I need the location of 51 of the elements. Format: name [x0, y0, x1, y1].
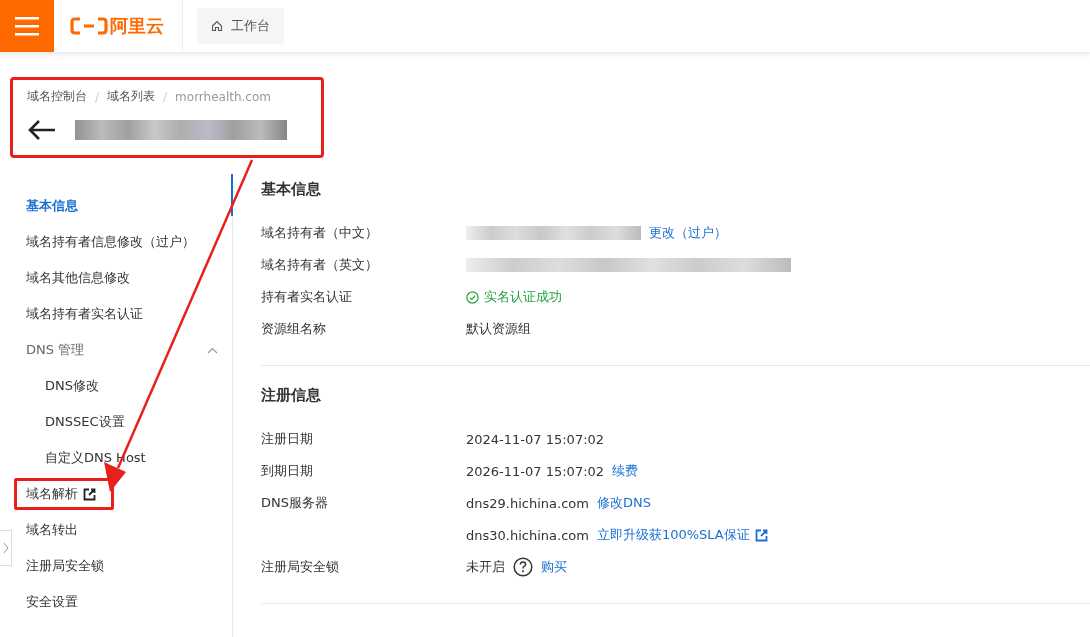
sidebar-item[interactable]: DNS 管理	[26, 340, 85, 360]
field-label: 持有者实名认证	[261, 288, 353, 306]
field-label: DNS服务器	[261, 494, 329, 512]
action-link[interactable]: 续费	[612, 462, 639, 480]
field-value: dns30.hichina.com	[466, 527, 589, 543]
field-value: 2024-11-07 15:07:02	[466, 431, 605, 447]
field-label: 域名持有者（英文）	[261, 256, 379, 274]
upgrade-link[interactable]: 立即升级获100%SLA保证	[596, 526, 768, 544]
external-link-icon	[754, 528, 768, 542]
menu-icon	[15, 16, 39, 36]
sidebar-item[interactable]: 域名持有者实名认证	[26, 304, 143, 324]
action-link[interactable]: 更改（过户）	[649, 224, 727, 242]
field-value: dns29.hichina.com	[466, 495, 589, 511]
status-text: 实名认证成功	[484, 288, 562, 306]
field-label: 注册日期	[261, 430, 314, 448]
field-label: 到期日期	[261, 462, 314, 480]
breadcrumb-link[interactable]: 域名列表	[107, 88, 156, 105]
home-icon	[211, 20, 223, 32]
field-value: 2026-11-07 15:07:02	[466, 463, 605, 479]
sidebar-item[interactable]: 域名转出	[26, 520, 78, 540]
field-label: 资源组名称	[261, 320, 327, 338]
sidebar-subitem[interactable]: DNS修改	[45, 376, 99, 396]
breadcrumb-link[interactable]: 域名控制台	[27, 88, 87, 105]
back-arrow-icon[interactable]	[27, 119, 57, 141]
breadcrumb-separator: /	[95, 89, 100, 104]
section-title: 注册信息	[261, 386, 322, 405]
field-value: 未开启	[466, 558, 505, 576]
logo-icon	[70, 16, 108, 36]
field-label: 注册局安全锁	[261, 558, 340, 576]
action-link[interactable]: 修改DNS	[596, 494, 651, 512]
sidebar-subitem[interactable]: DNSSEC设置	[45, 412, 125, 432]
action-link[interactable]: 购买	[541, 558, 567, 576]
sidebar-item[interactable]: 基本信息	[26, 196, 78, 216]
sidebar-item[interactable]: 安全设置	[26, 592, 78, 612]
selection-indicator	[231, 174, 233, 216]
chevron-right-icon	[2, 542, 9, 554]
help-icon[interactable]	[513, 557, 533, 577]
field-value: 默认资源组	[466, 320, 531, 338]
sidebar-item[interactable]: 域名解析	[26, 484, 96, 504]
sidebar-item[interactable]: 域名其他信息修改	[26, 268, 130, 288]
menu-button[interactable]	[0, 0, 54, 52]
breadcrumb-separator: /	[163, 89, 168, 104]
expand-handle[interactable]	[0, 530, 12, 566]
external-link-icon	[83, 487, 96, 501]
check-circle-icon	[466, 290, 479, 304]
brand-name: 阿里云	[110, 14, 164, 38]
workbench-button[interactable]: 工作台	[197, 8, 284, 44]
sidebar-item[interactable]: 注册局安全锁	[26, 556, 104, 576]
section-title: 基本信息	[261, 180, 322, 199]
sidebar-item[interactable]: 域名持有者信息修改（过户）	[26, 232, 195, 252]
field-label: 域名持有者（中文）	[261, 224, 379, 242]
